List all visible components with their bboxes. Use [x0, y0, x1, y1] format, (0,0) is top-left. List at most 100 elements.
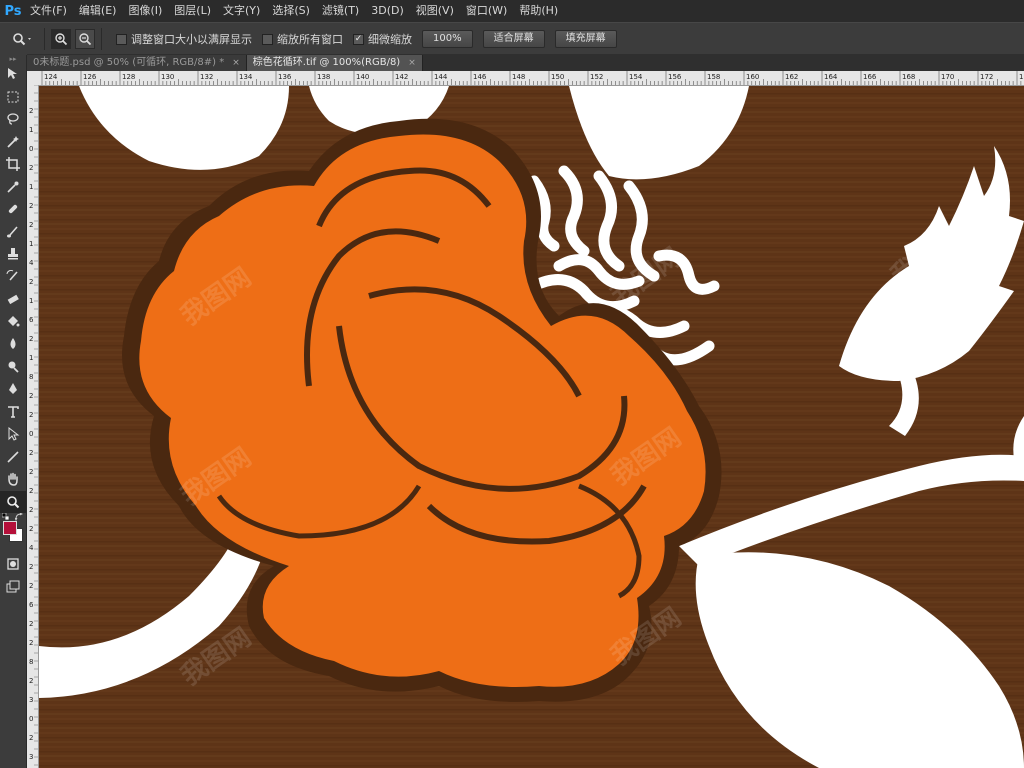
ruler-label: 2	[29, 278, 33, 286]
menu-view[interactable]: 视图(V)	[410, 0, 460, 22]
ruler-label: 0	[29, 145, 33, 153]
zoom-all-windows-label: 缩放所有窗口	[277, 33, 343, 46]
marquee-icon	[7, 91, 19, 103]
ruler-label: 158	[707, 73, 720, 81]
ruler-label: 6	[29, 316, 34, 324]
document-tab-label: 0未标题.psd @ 50% (可循环, RGB/8#) *	[33, 57, 225, 68]
close-icon[interactable]: ×	[408, 55, 416, 71]
ruler-label: 160	[746, 73, 759, 81]
menu-filter[interactable]: 滤镜(T)	[316, 0, 365, 22]
eyedropper-tool[interactable]	[0, 176, 26, 199]
zoom-in-button[interactable]	[51, 29, 71, 49]
quick-mask-button[interactable]	[0, 553, 26, 576]
zoom-in-icon	[55, 33, 68, 46]
document-tab-brown-flower[interactable]: 棕色花循环.tif @ 100%(RGB/8) ×	[246, 55, 423, 71]
swap-colors-icon[interactable]	[15, 513, 23, 521]
options-divider	[44, 28, 45, 50]
ruler-label: 152	[590, 73, 603, 81]
stamp-icon	[8, 248, 18, 260]
ruler-label: 8	[29, 373, 33, 381]
close-icon[interactable]: ×	[232, 55, 240, 71]
panel-grip[interactable]: ▸▸	[0, 55, 26, 63]
ruler-label: 2	[29, 449, 33, 457]
zoom-tool-icon	[7, 495, 20, 508]
menu-edit[interactable]: 编辑(E)	[73, 0, 123, 22]
screen-mode-button[interactable]	[0, 576, 26, 599]
crop-tool[interactable]	[0, 153, 26, 176]
zoom-tool[interactable]	[0, 490, 26, 513]
zoom-100-button[interactable]: 100%	[422, 30, 473, 48]
tool-preset-picker[interactable]	[6, 27, 40, 51]
options-divider	[101, 28, 102, 50]
menu-type[interactable]: 文字(Y)	[217, 0, 266, 22]
resize-windows-checkbox[interactable]: 调整窗口大小以满屏显示	[116, 31, 252, 47]
blur-tool[interactable]	[0, 333, 26, 356]
ruler-label: 128	[122, 73, 135, 81]
menu-select[interactable]: 选择(S)	[266, 0, 316, 22]
zoom-all-windows-checkbox[interactable]: 缩放所有窗口	[262, 31, 343, 47]
ruler-label: 2	[29, 468, 33, 476]
ruler-label: 1	[29, 183, 33, 191]
menu-image[interactable]: 图像(I)	[122, 0, 168, 22]
ruler-label: 156	[668, 73, 682, 81]
line-icon	[7, 451, 19, 463]
move-tool[interactable]	[0, 63, 26, 86]
ruler-label: 142	[395, 73, 408, 81]
paint-bucket-tool[interactable]	[0, 311, 26, 334]
document-tab-bar: 0未标题.psd @ 50% (可循环, RGB/8#) * × 棕色花循环.t…	[27, 54, 1024, 71]
checkbox-box[interactable]	[262, 33, 273, 45]
ruler-label: 2	[29, 734, 33, 742]
eraser-tool[interactable]	[0, 288, 26, 311]
fill-screen-button[interactable]: 填充屏幕	[554, 30, 617, 48]
vertical-ruler[interactable]: 2 1 0 2 1 2 2 1 4 2 1 6 2 1 8 2 2 0 2 2 2 2 2 4 2 2 6 2 2 8 2 3 0 2 3	[27, 85, 39, 768]
paint-bucket-icon	[8, 315, 20, 327]
clone-stamp-tool[interactable]	[0, 243, 26, 266]
ruler-label: 174	[1019, 73, 1024, 81]
fit-screen-button[interactable]: 适合屏幕	[482, 30, 545, 48]
type-icon	[8, 405, 19, 418]
menu-3d[interactable]: 3D(D)	[365, 0, 410, 22]
checkbox-box-checked[interactable]: ✓	[353, 33, 364, 45]
menu-window[interactable]: 窗口(W)	[460, 0, 513, 22]
options-bar: 调整窗口大小以满屏显示 缩放所有窗口 ✓ 细微缩放 100% 适合屏幕 填充屏幕	[0, 22, 1024, 56]
ruler-label: 2	[29, 582, 33, 590]
ruler-label: 2	[29, 411, 33, 419]
default-colors-icon[interactable]	[2, 513, 10, 521]
ruler-label: 148	[512, 73, 525, 81]
ruler-label: 140	[356, 73, 369, 81]
ruler-label: 6	[29, 601, 34, 609]
scrubby-zoom-checkbox[interactable]: ✓ 细微缩放	[353, 31, 412, 47]
type-tool[interactable]	[0, 401, 26, 424]
hand-tool[interactable]	[0, 468, 26, 491]
ruler-label: 1	[29, 297, 33, 305]
document-tab-untitled[interactable]: 0未标题.psd @ 50% (可循环, RGB/8#) * ×	[27, 55, 247, 71]
zoom-out-icon	[79, 33, 92, 46]
photoshop-logo[interactable]: Ps	[2, 0, 24, 22]
pen-tool[interactable]	[0, 378, 26, 401]
document-canvas[interactable]: 我图网我图网我图网我图网我图网我图网我图网我图网我图网	[39, 86, 1024, 768]
marquee-tool[interactable]	[0, 86, 26, 109]
dodge-tool[interactable]	[0, 356, 26, 379]
menu-layer[interactable]: 图层(L)	[168, 0, 217, 22]
foreground-color-swatch[interactable]	[3, 521, 17, 535]
ruler-label: 138	[317, 73, 330, 81]
eraser-icon	[7, 295, 19, 305]
lasso-tool[interactable]	[0, 108, 26, 131]
ruler-label: 2	[29, 506, 33, 514]
healing-brush-tool[interactable]	[0, 198, 26, 221]
history-brush-tool[interactable]	[0, 266, 26, 289]
zoom-out-button[interactable]	[75, 29, 95, 49]
menu-file[interactable]: 文件(F)	[24, 0, 73, 22]
vertical-ruler-ticks: 2 1 0 2 1 2 2 1 4 2 1 6 2 1 8 2 2 0 2 2 2 2 2 4 2 2 6 2 2 8 2 3 0 2 3	[29, 85, 38, 766]
lasso-icon	[7, 113, 19, 125]
horizontal-ruler[interactable]: 124 126 128 130 132 134 136 138 140 142 144 146 148 1…	[38, 71, 1024, 86]
checkbox-box[interactable]	[116, 33, 127, 45]
brush-tool[interactable]	[0, 221, 26, 244]
line-tool[interactable]	[0, 446, 26, 469]
quick-selection-tool[interactable]	[0, 131, 26, 154]
ruler-label: 164	[824, 73, 838, 81]
path-selection-tool[interactable]	[0, 423, 26, 446]
menu-help[interactable]: 帮助(H)	[513, 0, 564, 22]
ruler-label: 1	[29, 354, 33, 362]
droplet-icon	[10, 338, 16, 350]
